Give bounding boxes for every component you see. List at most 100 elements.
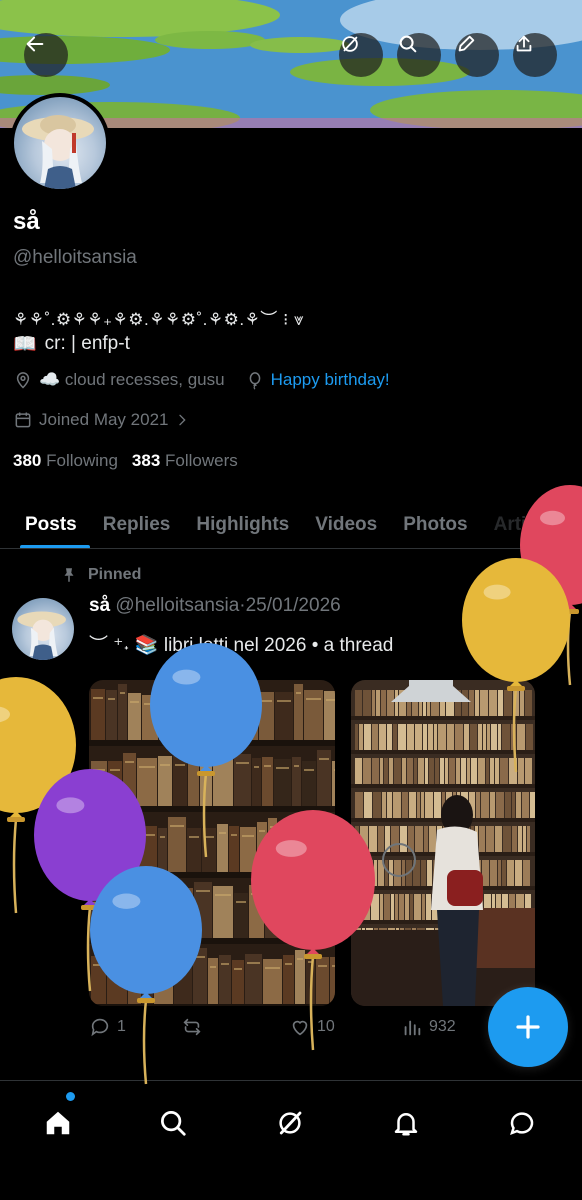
post-author-name[interactable]: så: [89, 595, 110, 616]
tab-highlights[interactable]: Highlights: [183, 500, 302, 548]
bio-text: cr: | enfp-t: [44, 333, 130, 354]
book-spine: [262, 757, 273, 806]
home-icon: [46, 1111, 70, 1135]
tab-replies[interactable]: Replies: [90, 500, 184, 548]
chevron-right-icon: [179, 414, 187, 426]
edit-button[interactable]: [455, 33, 499, 77]
followers-link[interactable]: 383 Followers: [132, 451, 238, 471]
tab-articles[interactable]: Articles: [481, 500, 577, 548]
home-notification-dot: [66, 1092, 75, 1101]
views-button[interactable]: 932: [401, 1016, 456, 1038]
book-spine: [217, 824, 228, 872]
book-spine: [259, 692, 274, 740]
nav-home[interactable]: [33, 1098, 83, 1148]
search-icon: [399, 35, 417, 53]
book-spine: [278, 824, 295, 872]
location-row: ☁️ cloud recesses, gusu Happy birthday!: [13, 370, 390, 390]
book-spine: [332, 761, 335, 806]
joined-row[interactable]: Joined May 2021: [13, 410, 190, 430]
book-spine: [139, 826, 157, 872]
compose-button[interactable]: [488, 987, 568, 1067]
back-button[interactable]: [24, 33, 68, 77]
heart-icon: [292, 1020, 308, 1036]
balloon-icon: [249, 372, 260, 390]
book-spine: [108, 761, 122, 806]
book-spine: [173, 756, 187, 806]
book-spine: [304, 690, 323, 740]
book-spine: [174, 958, 192, 1004]
profile-avatar[interactable]: [10, 93, 110, 193]
follow-stats: 380 Following 383 Followers: [13, 451, 238, 471]
calendar-icon: [15, 412, 31, 428]
profile-name: så: [13, 208, 40, 235]
birthday-link[interactable]: Happy birthday!: [271, 370, 390, 390]
grok-icon: [279, 1111, 302, 1135]
tab-posts[interactable]: Posts: [0, 500, 90, 548]
balloon: [0, 677, 76, 914]
views-icon: [404, 1020, 421, 1036]
book-spine: [249, 885, 264, 938]
book-spine: [91, 689, 105, 740]
book-spine: [104, 889, 118, 938]
nav-search[interactable]: [148, 1098, 198, 1148]
book-spine: [306, 953, 315, 1004]
book-spine: [158, 756, 172, 806]
tab-photos[interactable]: Photos: [390, 500, 480, 548]
search-button[interactable]: [397, 33, 441, 77]
book-spine: [123, 753, 136, 806]
post-date[interactable]: 25/01/2026: [246, 595, 341, 616]
like-count: 10: [317, 1018, 335, 1035]
post-image-library[interactable]: [351, 680, 535, 1006]
book-spine: [234, 893, 248, 938]
book-spine: [106, 690, 117, 740]
book-spine: [245, 954, 262, 1004]
tab-videos[interactable]: Videos: [302, 500, 390, 548]
share-button[interactable]: [513, 33, 557, 77]
profile-tabs: Posts Replies Highlights Videos Photos A…: [0, 500, 582, 549]
location-pin-icon: [16, 372, 30, 389]
book-spine: [119, 887, 138, 938]
nav-messages[interactable]: [497, 1098, 547, 1148]
grok-button[interactable]: [339, 33, 383, 77]
back-arrow-icon: [26, 36, 44, 52]
pencil-icon: [458, 35, 475, 52]
book-spine: [220, 693, 237, 740]
book-spine: [91, 956, 106, 1004]
book-spine: [299, 889, 308, 938]
followers-label: Followers: [165, 451, 238, 470]
avatar-illustration: [22, 115, 94, 189]
book-emoji: 📖: [13, 334, 37, 355]
reply-count: 1: [117, 1018, 126, 1035]
book-spine: [314, 827, 327, 872]
following-label: Following: [46, 451, 118, 470]
library-photo: [351, 680, 535, 1006]
reply-button[interactable]: 1: [89, 1016, 181, 1038]
book-spine: [154, 952, 173, 1004]
repost-icon: [183, 1018, 201, 1036]
bio-decoration: ⚘⚘˚.⚙⚘⚘₊⚘⚙.⚘⚘⚙˚.⚘⚙.⚘︶ ⁝ ⩔: [13, 310, 305, 329]
post-author-handle[interactable]: @helloitsansia: [115, 595, 239, 616]
repost-button[interactable]: [181, 1016, 289, 1038]
book-spine: [274, 759, 291, 806]
following-count: 380: [13, 451, 42, 470]
book-spine: [324, 691, 335, 740]
nav-grok[interactable]: [265, 1098, 315, 1148]
grok-icon: [342, 36, 358, 52]
book-spine: [328, 828, 335, 872]
book-spine: [107, 953, 127, 1004]
book-spine: [330, 892, 335, 938]
book-spine: [159, 687, 170, 740]
pinned-indicator: Pinned: [60, 566, 141, 584]
post-avatar[interactable]: [12, 598, 74, 660]
post-image-bookshelf[interactable]: [89, 680, 335, 1006]
book-spine: [229, 826, 239, 872]
book-spine: [91, 825, 110, 872]
book-spine: [213, 886, 233, 938]
nav-notifications[interactable]: [381, 1098, 431, 1148]
following-link[interactable]: 380 Following: [13, 451, 118, 471]
bookshelf-photo: [89, 680, 335, 1006]
location-text: ☁️ cloud recesses, gusu: [39, 370, 225, 389]
like-button[interactable]: 10: [289, 1016, 401, 1038]
post-actions: 1 10 932: [89, 1016, 469, 1038]
book-spine: [316, 957, 329, 1004]
